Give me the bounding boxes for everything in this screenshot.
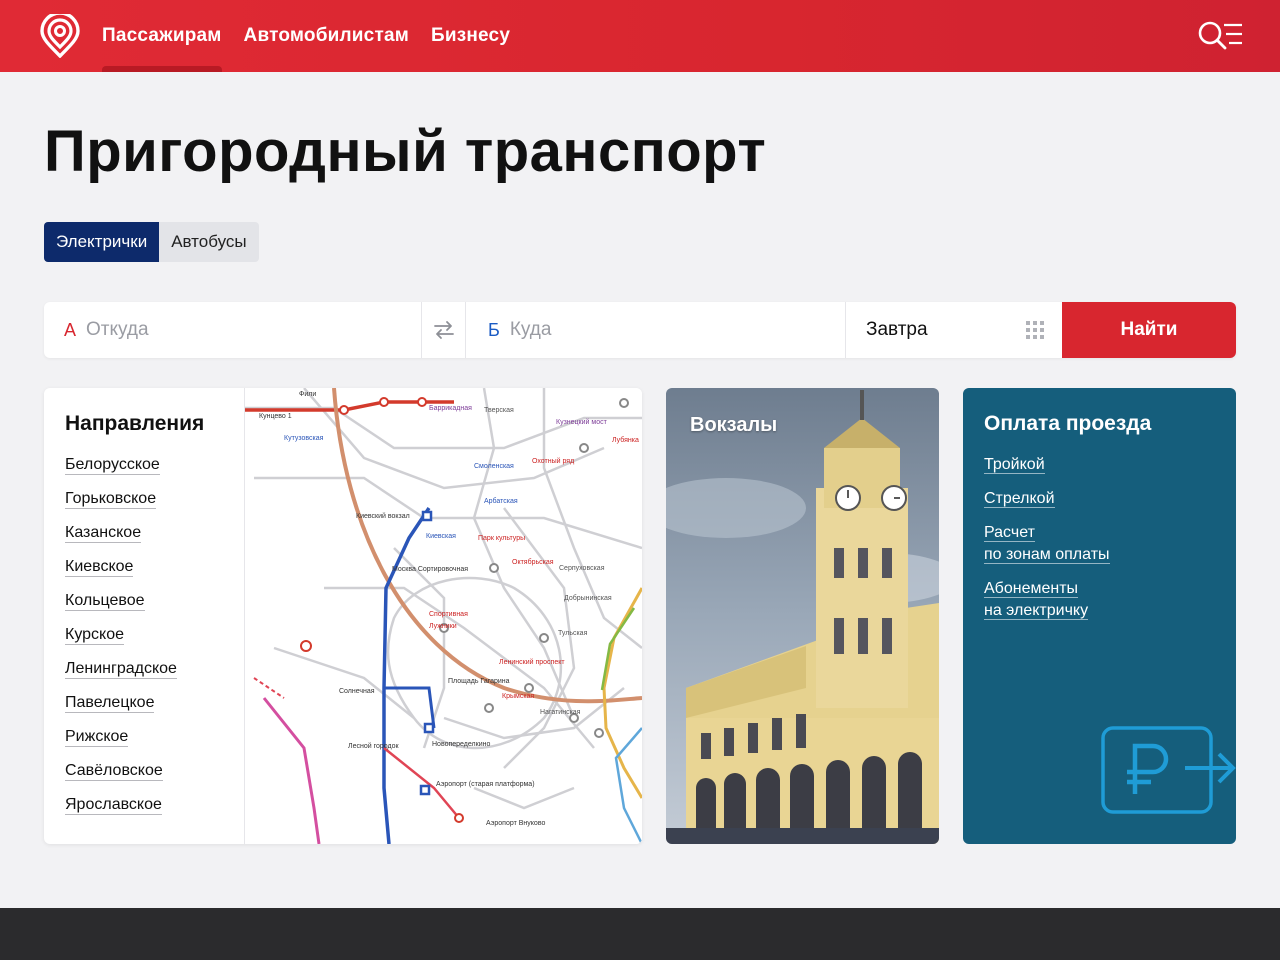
- svg-text:Серпуховская: Серпуховская: [559, 565, 605, 572]
- directions-card: Направления Белорусское Горьковское Каза…: [44, 388, 642, 844]
- search-menu-button[interactable]: [1196, 18, 1244, 54]
- calendar-grid-icon: [1026, 321, 1044, 339]
- route-search-form: А Б Завтра Найти: [44, 302, 1236, 358]
- payment-title: Оплата проезда: [984, 412, 1152, 435]
- svg-text:Кузнецкий мост: Кузнецкий мост: [556, 418, 608, 426]
- transit-map[interactable]: Фили Кутузовская Киевский вокзал Киевска…: [244, 388, 642, 844]
- svg-text:Аэропорт (старая платформа): Аэропорт (старая платформа): [436, 781, 535, 788]
- svg-text:Солнечная: Солнечная: [339, 688, 375, 695]
- swap-icon: [433, 321, 454, 339]
- to-letter: Б: [488, 319, 500, 340]
- to-input[interactable]: [509, 319, 790, 341]
- svg-text:Кутузовская: Кутузовская: [284, 435, 324, 442]
- logo-icon[interactable]: [40, 11, 80, 59]
- nav-business[interactable]: Бизнесу: [431, 0, 510, 72]
- svg-text:Баррикадная: Баррикадная: [429, 405, 472, 412]
- direction-item[interactable]: Кольцевое: [65, 592, 177, 626]
- direction-item[interactable]: Ярославское: [65, 796, 177, 830]
- svg-text:Киевский вокзал: Киевский вокзал: [356, 512, 410, 520]
- svg-text:Нагатинская: Нагатинская: [540, 709, 581, 716]
- swap-button[interactable]: [422, 302, 466, 358]
- transport-tabs: Электрички Автобусы: [44, 222, 259, 262]
- direction-item[interactable]: Киевское: [65, 558, 177, 592]
- direction-item[interactable]: Казанское: [65, 524, 177, 558]
- payment-link-subscriptions[interactable]: Абонементы на электричку: [984, 578, 1110, 622]
- svg-text:Тверская: Тверская: [484, 407, 514, 414]
- footer-section: [0, 908, 1280, 960]
- directions-list: Белорусское Горьковское Казанское Киевск…: [65, 456, 177, 830]
- svg-text:Спортивная: Спортивная: [429, 611, 468, 618]
- direction-item[interactable]: Рижское: [65, 728, 177, 762]
- page-title: Пригородный транспорт: [44, 119, 767, 184]
- direction-item[interactable]: Ленинградское: [65, 660, 177, 694]
- ruble-card-icon: [1101, 726, 1236, 814]
- to-field[interactable]: Б: [466, 302, 846, 358]
- direction-item[interactable]: Курское: [65, 626, 177, 660]
- payment-link-troika[interactable]: Тройкой: [984, 454, 1110, 476]
- directions-title: Направления: [65, 412, 205, 435]
- svg-text:Новопеределкино: Новопеределкино: [432, 741, 490, 748]
- svg-text:Парк культуры: Парк культуры: [478, 535, 525, 542]
- payment-links: Тройкой Стрелкой Расчет по зонам оплаты А…: [984, 454, 1110, 634]
- nav-passengers[interactable]: Пассажирам: [102, 0, 222, 72]
- svg-text:Москва Сортировочная: Москва Сортировочная: [392, 566, 468, 573]
- payment-link-strelka[interactable]: Стрелкой: [984, 488, 1110, 510]
- station-building-image: [666, 388, 939, 844]
- svg-text:Смоленская: Смоленская: [474, 463, 514, 470]
- top-header: Пассажирам Автомобилистам Бизнесу: [0, 0, 1280, 72]
- svg-text:Арбатская: Арбатская: [484, 497, 518, 505]
- payment-link-zones[interactable]: Расчет по зонам оплаты: [984, 522, 1110, 566]
- date-value: Завтра: [866, 319, 928, 340]
- stations-title: Вокзалы: [690, 414, 778, 436]
- from-field[interactable]: А: [44, 302, 422, 358]
- from-input[interactable]: [86, 319, 367, 341]
- svg-text:Крымская: Крымская: [502, 693, 534, 700]
- direction-item[interactable]: Савёловское: [65, 762, 177, 796]
- tab-buses[interactable]: Автобусы: [159, 222, 259, 262]
- svg-text:Добрынинская: Добрынинская: [564, 594, 612, 602]
- svg-text:Киевская: Киевская: [426, 533, 456, 540]
- date-field[interactable]: Завтра: [846, 302, 1062, 358]
- svg-text:Кунцево 1: Кунцево 1: [259, 413, 292, 420]
- svg-text:Лубянка: Лубянка: [612, 436, 639, 444]
- direction-item[interactable]: Горьковское: [65, 490, 177, 524]
- payment-card: Оплата проезда Тройкой Стрелкой Расчет по…: [963, 388, 1236, 844]
- tab-trains[interactable]: Электрички: [44, 222, 160, 262]
- find-button[interactable]: Найти: [1062, 302, 1236, 358]
- svg-text:Октябрьская: Октябрьская: [512, 558, 554, 566]
- svg-text:Тульская: Тульская: [558, 630, 588, 637]
- svg-text:Лужники: Лужники: [429, 623, 457, 630]
- svg-text:Лесной городок: Лесной городок: [348, 742, 400, 750]
- svg-text:Ленинский проспект: Ленинский проспект: [499, 658, 565, 666]
- search-menu-icon: [1198, 21, 1242, 50]
- stations-card[interactable]: Вокзалы: [666, 388, 939, 844]
- direction-item[interactable]: Белорусское: [65, 456, 177, 490]
- main-nav: Пассажирам Автомобилистам Бизнесу: [102, 0, 510, 72]
- transit-map-graphic: Фили Кутузовская Киевский вокзал Киевска…: [244, 388, 642, 844]
- from-letter: А: [64, 319, 77, 340]
- svg-text:Аэропорт Внуково: Аэропорт Внуково: [486, 820, 545, 827]
- direction-item[interactable]: Павелецкое: [65, 694, 177, 728]
- nav-motorists[interactable]: Автомобилистам: [244, 0, 409, 72]
- svg-text:Площадь Гагарина: Площадь Гагарина: [448, 678, 510, 685]
- svg-text:Фили: Фили: [299, 391, 316, 398]
- svg-text:Охотный ряд: Охотный ряд: [532, 457, 574, 465]
